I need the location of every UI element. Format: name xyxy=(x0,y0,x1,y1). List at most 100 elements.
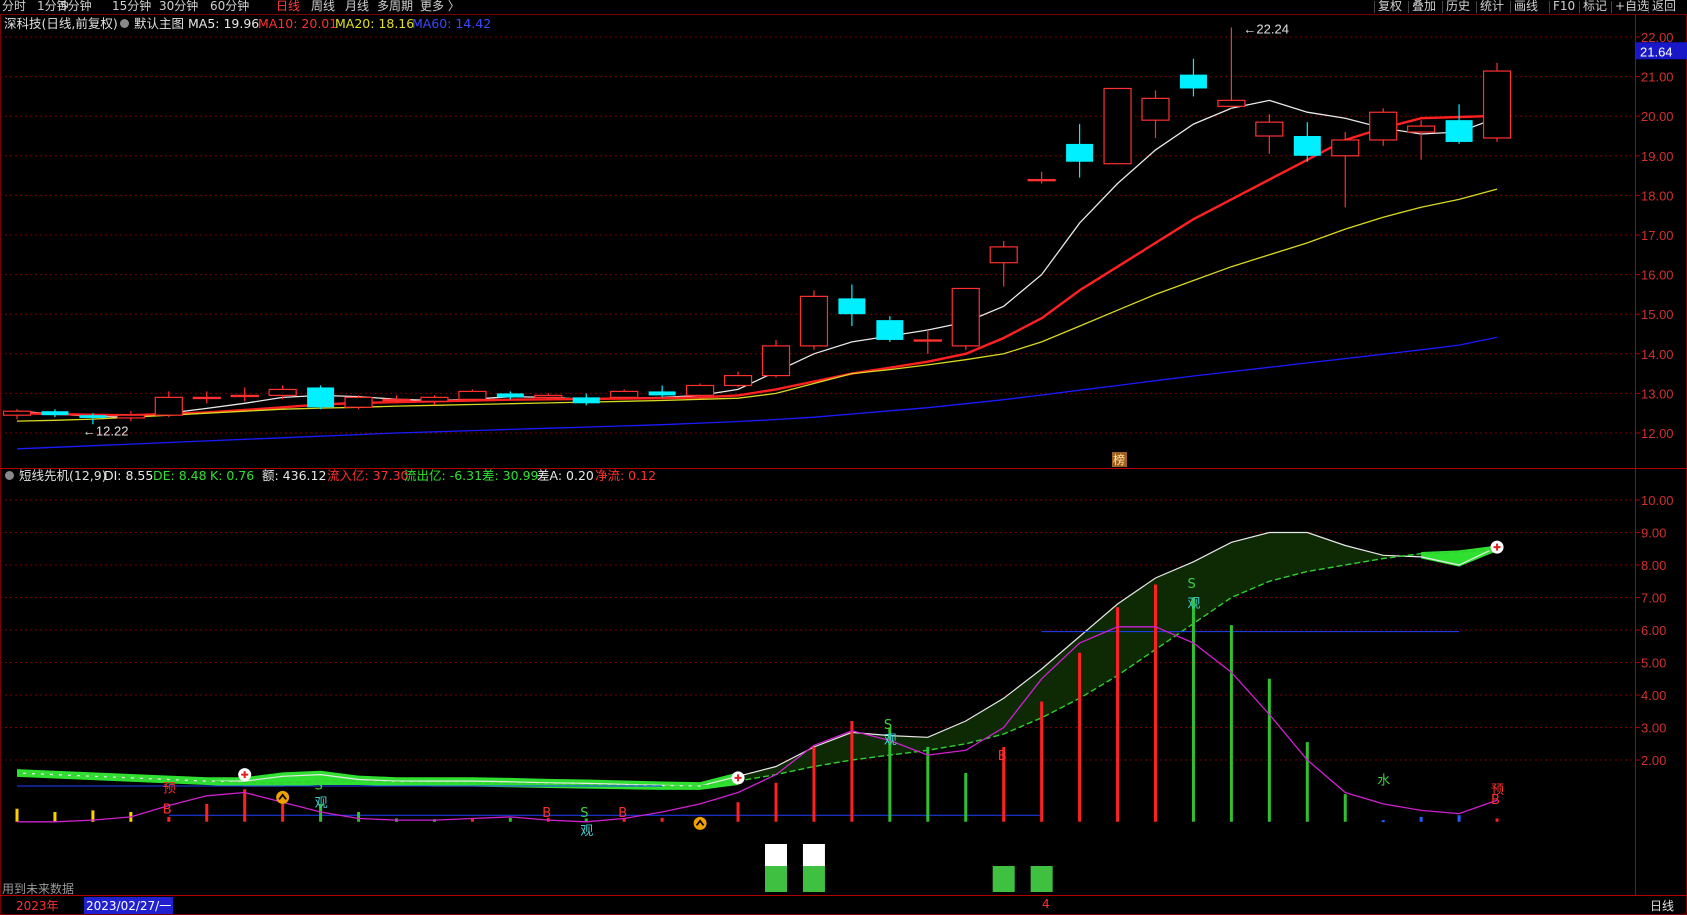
price-tick-label: 17.00 xyxy=(1641,228,1674,243)
flow-bar xyxy=(1495,818,1499,822)
price-tick-label: 20.00 xyxy=(1641,109,1674,124)
price-tick-label: 14.00 xyxy=(1641,347,1674,362)
candle-body xyxy=(1293,136,1321,156)
signal-label: S xyxy=(884,718,892,733)
candle-body xyxy=(685,384,715,396)
candle-body xyxy=(268,388,297,396)
candle-body xyxy=(1369,111,1398,141)
candle-body xyxy=(458,390,487,400)
signal-label: 观 xyxy=(884,733,897,748)
candle xyxy=(572,393,600,406)
flow-bar xyxy=(1457,815,1461,822)
indicator-tick-label: 2.00 xyxy=(1641,753,1666,768)
candle-body xyxy=(496,393,524,398)
flow-bar xyxy=(53,812,57,822)
candle-body xyxy=(1103,87,1132,165)
signal-box xyxy=(992,866,1015,892)
candle-body xyxy=(799,295,829,347)
candle xyxy=(496,391,524,400)
flow-bar xyxy=(660,817,664,822)
period-label[interactable]: 日线 xyxy=(1650,897,1674,914)
candle-body xyxy=(1066,143,1094,162)
month-marker: 4 xyxy=(1042,897,1050,911)
up-arrow-icon xyxy=(276,790,290,804)
flow-bar xyxy=(964,773,968,822)
signal-label: 预 xyxy=(163,782,176,797)
candle-body xyxy=(1331,139,1360,157)
high-price-label: ←22.24 xyxy=(1243,21,1289,36)
indicator-tick-label: 8.00 xyxy=(1641,558,1666,573)
flow-bar xyxy=(1116,607,1120,822)
candle-body xyxy=(610,390,639,398)
candle xyxy=(230,387,259,402)
signal-label: 水 xyxy=(1377,773,1390,788)
candle-body xyxy=(154,396,183,416)
candle xyxy=(1103,87,1132,165)
kline-chart[interactable]: B预 S观B S观BS观BS观水预B 12.0013.0014.0015.0016.… xyxy=(0,0,1687,915)
candle-body xyxy=(876,320,904,340)
candle xyxy=(989,240,1018,287)
candle xyxy=(1217,27,1246,109)
low-price-label: ←12.22 xyxy=(83,423,129,438)
flow-bar xyxy=(774,782,778,822)
candle-body xyxy=(1027,178,1056,182)
candle-body xyxy=(420,396,449,402)
flow-bar xyxy=(1267,678,1271,822)
flow-bar xyxy=(1154,584,1157,822)
plus-marker-icon xyxy=(238,768,252,782)
ma-line-ma10 xyxy=(16,114,1498,417)
future-data-note: 用到未来数据 xyxy=(2,882,75,896)
signal-label: B xyxy=(1491,793,1500,808)
candle-body xyxy=(723,374,753,387)
flow-bar xyxy=(1078,652,1082,822)
indicator-tick-label: 9.00 xyxy=(1641,526,1666,541)
candle-body xyxy=(989,246,1018,264)
signal-label: 观 xyxy=(315,796,328,811)
signal-label: S xyxy=(580,806,588,821)
signal-box-bottom xyxy=(765,866,787,892)
flow-bar xyxy=(1040,701,1044,822)
candle xyxy=(1369,108,1398,146)
price-tick-label: 13.00 xyxy=(1641,386,1674,401)
candle xyxy=(41,409,69,418)
candle-body xyxy=(1179,74,1207,89)
flow-bar xyxy=(205,803,209,822)
indicator-tick-label: 10.00 xyxy=(1641,493,1674,508)
cursor-date: 2023/02/27/一 xyxy=(84,897,174,914)
candle xyxy=(723,371,753,388)
signal-label: S xyxy=(1187,577,1195,592)
candle-body xyxy=(1217,99,1246,107)
up-arrow-disc xyxy=(693,816,707,830)
ma-line-ma5 xyxy=(16,99,1498,418)
indicator-band-tail xyxy=(1421,545,1498,567)
candle xyxy=(1179,58,1207,97)
price-tick-label: 16.00 xyxy=(1641,268,1674,283)
candle-body xyxy=(79,415,107,418)
candle xyxy=(344,395,373,410)
plus-marker-icon xyxy=(1490,540,1504,554)
flow-bar xyxy=(850,721,854,822)
price-tick-label: 18.00 xyxy=(1641,188,1674,203)
indicator-tick-label: 5.00 xyxy=(1641,656,1666,671)
candle-body xyxy=(344,396,373,408)
candle xyxy=(610,389,639,400)
signal-box-bottom xyxy=(802,866,825,892)
flow-bar xyxy=(1343,794,1347,822)
candle xyxy=(1293,122,1321,162)
candle-body xyxy=(192,396,221,400)
indicator-tick-label: 6.00 xyxy=(1641,623,1666,638)
candle xyxy=(876,316,904,342)
candle xyxy=(761,339,791,378)
signal-label: B xyxy=(998,749,1007,764)
signal-label: B xyxy=(542,806,551,821)
flow-bar xyxy=(926,747,930,822)
candle xyxy=(1066,124,1094,178)
flow-bar xyxy=(1305,742,1309,822)
candle xyxy=(838,284,866,327)
flow-bar xyxy=(1191,597,1195,822)
candle xyxy=(154,391,183,418)
de-line xyxy=(16,548,1498,787)
ma-line-ma20 xyxy=(16,188,1498,422)
candle-body xyxy=(2,410,32,416)
candle xyxy=(1331,132,1360,208)
